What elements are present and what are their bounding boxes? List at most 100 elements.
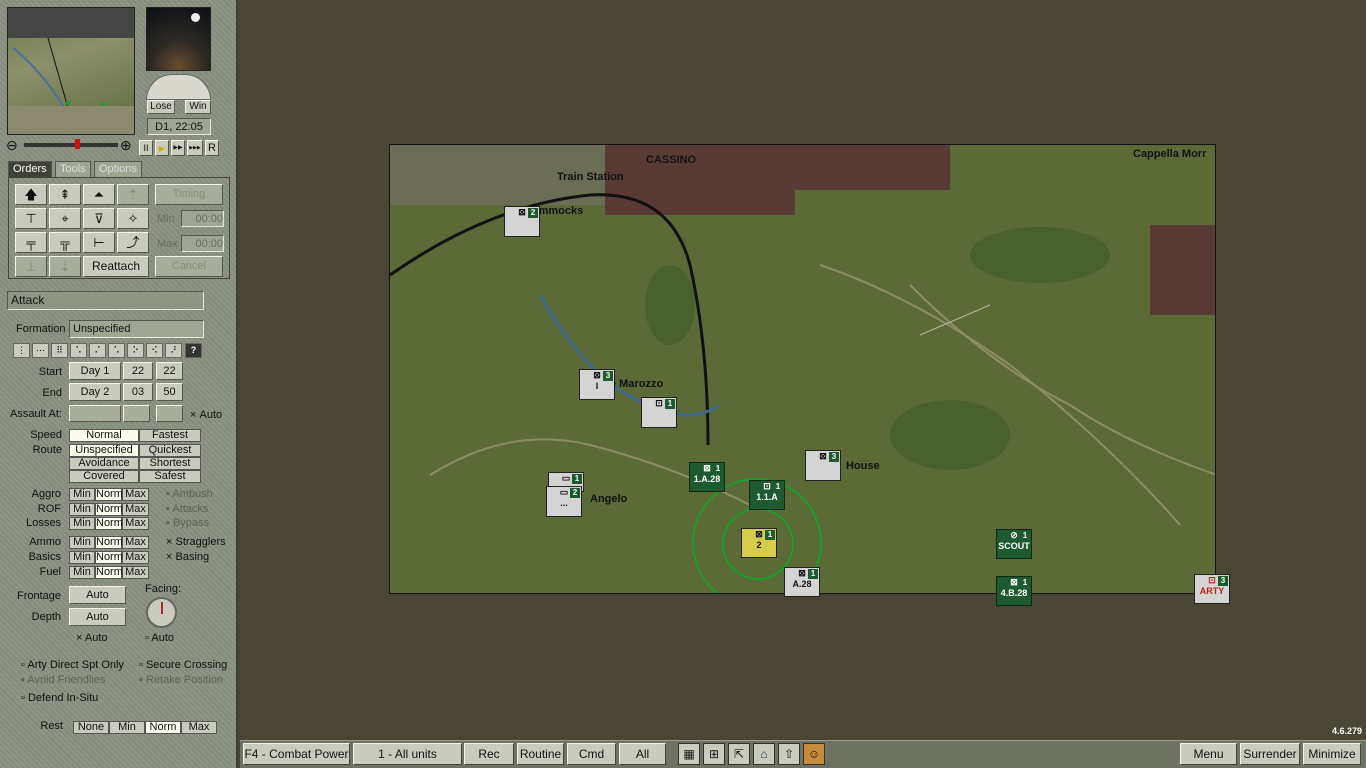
end-day[interactable]: Day 2 (69, 383, 121, 401)
tab-tools[interactable]: Tools (55, 161, 91, 177)
combat-power-button[interactable]: F4 - Combat Power (243, 743, 350, 765)
secure-crossing-checkbox[interactable]: ▫ Secure Crossing (139, 659, 227, 671)
formation-wedge-icon[interactable]: ⠡ (70, 343, 87, 358)
formation-echelon-left-icon[interactable]: ⠌ (89, 343, 106, 358)
map-unit[interactable]: 3 ⊠ (805, 450, 841, 481)
fuel-min[interactable]: Min (69, 566, 95, 579)
map-unit[interactable]: 3 ⊠ I (579, 369, 615, 400)
probe-icon[interactable]: ⇡ (117, 184, 149, 205)
map-unit[interactable]: 1 ⊠ 2 (741, 528, 777, 558)
reattach-button[interactable]: Reattach (83, 256, 149, 277)
losses-norm[interactable]: Norm (95, 517, 123, 530)
formation-value[interactable]: Unspecified (69, 320, 204, 338)
assault-hour[interactable] (123, 405, 150, 422)
tab-orders[interactable]: Orders (8, 161, 52, 177)
formation-echelon-right-icon[interactable]: ⠡ (108, 343, 125, 358)
route-safest[interactable]: Safest (139, 470, 201, 483)
map-unit[interactable]: 1 ⊠ A.28 (784, 567, 820, 597)
hq-icon[interactable]: ⌂ (753, 743, 775, 765)
max-time-field[interactable]: 00:00 (181, 235, 224, 252)
rest-max[interactable]: Max (181, 721, 217, 734)
minimize-button[interactable]: Minimize (1303, 743, 1361, 765)
attacks-checkbox[interactable]: ▪ Attacks (166, 503, 208, 515)
min-time-field[interactable]: 00:00 (181, 210, 224, 227)
formation-line-icon[interactable]: ⋯ (32, 343, 49, 358)
arty-direct-checkbox[interactable]: ▫ Arty Direct Spt Only (21, 659, 124, 671)
depth-value[interactable]: Auto (69, 608, 126, 626)
end-hour[interactable]: 03 (123, 383, 153, 401)
rof-max[interactable]: Max (122, 503, 149, 516)
frontage-auto-checkbox[interactable]: × Auto (76, 632, 108, 644)
ammo-max[interactable]: Max (122, 536, 149, 549)
assault-day[interactable] (69, 405, 121, 422)
facing-dial[interactable] (146, 597, 177, 628)
advance-icon[interactable]: ⏶ (83, 184, 115, 205)
commander-icon[interactable]: ☺ (803, 743, 825, 765)
map-unit[interactable]: 2 ▭... (546, 486, 582, 517)
basics-min[interactable]: Min (69, 551, 95, 564)
map-unit[interactable]: 1 ⊡ (641, 397, 677, 428)
ammo-norm[interactable]: Norm (95, 536, 123, 549)
rest-min[interactable]: Min (109, 721, 145, 734)
bypass-checkbox[interactable]: ▪ Bypass (166, 517, 209, 529)
route-unspecified[interactable]: Unspecified (69, 444, 139, 457)
play-button[interactable]: ▶ (155, 140, 169, 156)
avoid-friendlies-checkbox[interactable]: ▪ Avoid Friendlies (21, 674, 105, 686)
replay-button[interactable]: R (205, 140, 219, 156)
rest-none[interactable]: None (73, 721, 109, 734)
fast-forward-button[interactable]: ▶▶ (171, 140, 185, 156)
assault-auto-checkbox[interactable]: × Auto (190, 409, 222, 421)
map-unit[interactable]: 1 ⊠ 1.A.28 (689, 462, 725, 492)
route-covered[interactable]: Covered (69, 470, 139, 483)
basics-norm[interactable]: Norm (95, 551, 123, 564)
basics-max[interactable]: Max (122, 551, 149, 564)
target-icon[interactable]: ✧ (117, 208, 149, 229)
map-unit[interactable]: 3 ⊡ ARTY (1194, 574, 1230, 604)
pause-button[interactable]: II (139, 140, 153, 156)
retake-position-checkbox[interactable]: ▪ Retake Position (139, 674, 223, 686)
defend-in-situ-checkbox[interactable]: ▫ Defend In-Situ (21, 692, 98, 704)
aggro-min[interactable]: Min (69, 488, 95, 501)
losses-max[interactable]: Max (122, 517, 149, 530)
start-minute[interactable]: 22 (156, 362, 183, 380)
formation-box-icon[interactable]: ⠿ (51, 343, 68, 358)
rest-norm[interactable]: Norm (145, 721, 181, 734)
units-icon[interactable]: ⊞ (703, 743, 725, 765)
formation-diamond-icon[interactable]: ⠪ (146, 343, 163, 358)
losses-min[interactable]: Min (69, 517, 95, 530)
map-unit[interactable]: 1 ⊠ 4.B.28 (996, 576, 1032, 606)
split-icon[interactable]: ⇣ (49, 256, 81, 277)
zoom-out-icon[interactable]: ⊖ (6, 137, 18, 154)
formation-scatter-icon[interactable]: ⠜ (165, 343, 182, 358)
formation-column-icon[interactable]: ⋮ (13, 343, 30, 358)
slider-handle[interactable] (75, 139, 80, 149)
rof-norm[interactable]: Norm (95, 503, 123, 516)
fuel-max[interactable]: Max (122, 566, 149, 579)
cancel-button[interactable]: Cancel (155, 256, 223, 277)
ambush-checkbox[interactable]: ▪ Ambush (166, 488, 213, 500)
move-order-icon[interactable]: 🡅 (15, 184, 47, 205)
grid-icon[interactable]: ▦ (678, 743, 700, 765)
frontage-value[interactable]: Auto (69, 586, 126, 604)
stragglers-checkbox[interactable]: × Stragglers (166, 536, 226, 548)
formation-vee-icon[interactable]: ⠕ (127, 343, 144, 358)
basing-checkbox[interactable]: × Basing (166, 551, 209, 563)
dig-in-icon[interactable]: ╦ (49, 232, 81, 253)
facing-auto-checkbox[interactable]: ▫ Auto (145, 632, 174, 644)
attack-icon[interactable]: ⌖ (49, 208, 81, 229)
bombard-icon[interactable]: ⊽ (83, 208, 115, 229)
tab-options[interactable]: Options (94, 161, 142, 177)
detach-icon[interactable]: ⊥ (15, 256, 47, 277)
ammo-min[interactable]: Min (69, 536, 95, 549)
aggro-norm[interactable]: Norm (95, 488, 123, 501)
cmd-button[interactable]: Cmd (567, 743, 616, 765)
speed-fastest[interactable]: Fastest (139, 429, 201, 442)
withdraw-icon[interactable]: ⊢ (83, 232, 115, 253)
map-unit[interactable]: 1 ⊡ 1.1.A (749, 480, 785, 510)
start-day[interactable]: Day 1 (69, 362, 121, 380)
route-shortest[interactable]: Shortest (139, 457, 201, 470)
hold-icon[interactable]: ╤ (15, 232, 47, 253)
zoom-in-icon[interactable]: ⊕ (120, 137, 132, 154)
route-avoidance[interactable]: Avoidance (69, 457, 139, 470)
arty-icon[interactable]: ⤴ (117, 232, 149, 253)
